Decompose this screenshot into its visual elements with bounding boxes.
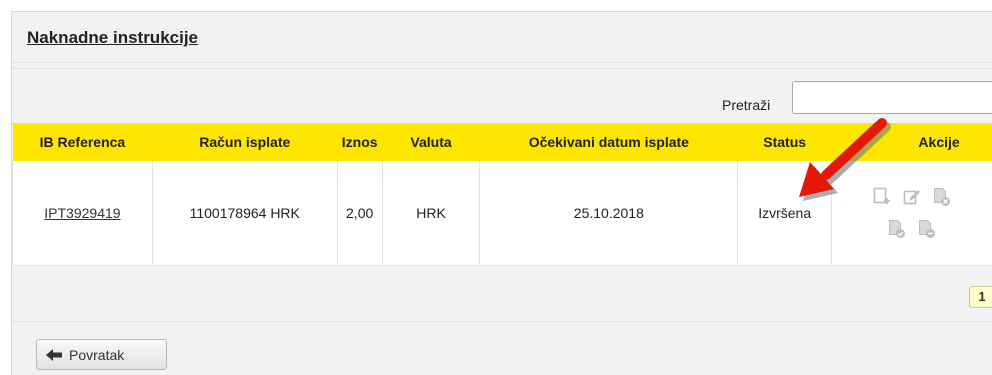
reject-icon[interactable] [918,219,936,239]
account-cell: 1100178964 HRK [152,161,337,266]
currency-cell: HRK [382,161,480,266]
column-header-status[interactable]: Status [738,123,832,161]
back-button[interactable]: Povratak [36,339,167,370]
add-note-icon[interactable] [873,187,891,207]
expected-date-cell: 25.10.2018 [480,161,738,266]
instructions-table: IB Referenca Račun isplate Iznos Valuta … [12,123,992,266]
column-header-amount[interactable]: Iznos [337,123,382,161]
table-header-row: IB Referenca Račun isplate Iznos Valuta … [13,123,992,161]
edit-icon[interactable] [903,187,921,207]
column-header-expected-date[interactable]: Očekivani datum isplate [480,123,738,161]
column-header-currency[interactable]: Valuta [382,123,480,161]
back-button-label: Povratak [69,347,124,363]
status-cell: Izvršena [738,161,832,266]
instructions-panel: Naknadne instrukcije Pretraži IB Referen… [11,11,992,375]
column-header-ib-reference[interactable]: IB Referenca [13,123,153,161]
reference-link[interactable]: IPT3929419 [44,205,120,221]
page-button-current[interactable]: 1 [969,286,992,308]
actions-cell [832,161,992,266]
page-title: Naknadne instrukcije [27,28,198,48]
approve-icon[interactable] [888,219,906,239]
table-row: IPT3929419 1100178964 HRK 2,00 HRK 25.10… [13,161,992,266]
amount-cell: 2,00 [337,161,382,266]
table-container: Pretraži IB Referenca Račun isplate Izno… [12,68,992,322]
arrow-left-icon [45,348,63,362]
title-divider [12,62,992,63]
action-icons [862,187,962,239]
actions-header-label: Akcije [864,134,959,150]
search-label: Pretraži [722,97,770,113]
column-header-payout-account[interactable]: Račun isplate [152,123,337,161]
column-header-actions: Akcije [832,123,992,161]
cancel-icon[interactable] [933,187,951,207]
search-input[interactable] [792,81,992,114]
